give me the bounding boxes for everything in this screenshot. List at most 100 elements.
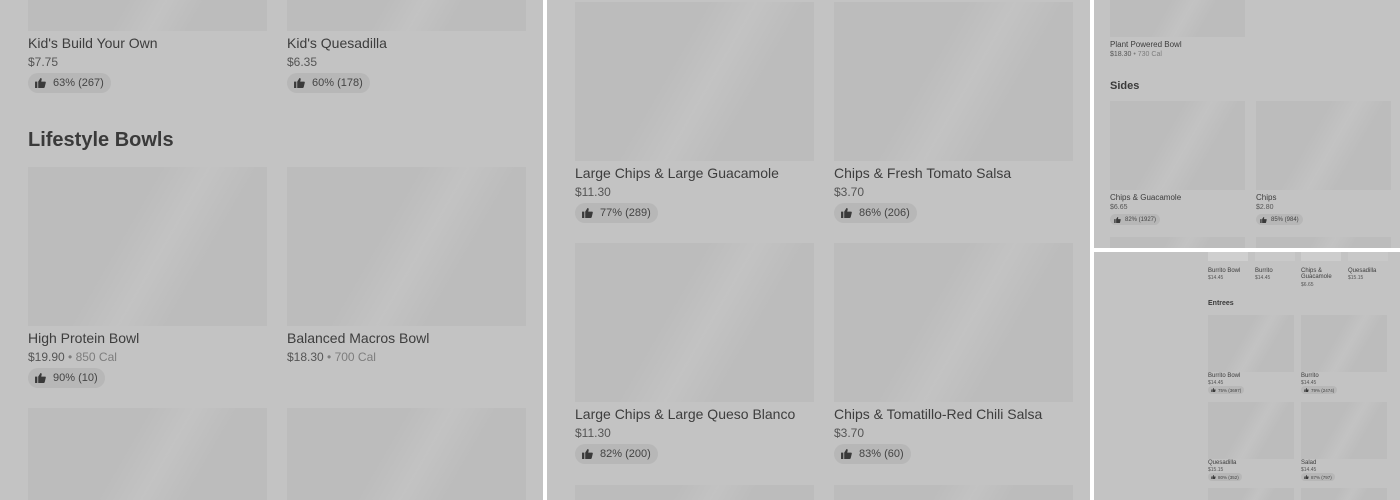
thumbs-up-icon bbox=[294, 78, 305, 88]
thumbs-up-icon bbox=[1304, 475, 1309, 479]
item-image[interactable] bbox=[1208, 402, 1294, 459]
item-image[interactable] bbox=[834, 485, 1073, 500]
item-name[interactable]: Quesadilla bbox=[1208, 460, 1236, 466]
rating-text: 79% (2474) bbox=[1311, 387, 1335, 393]
item-image[interactable] bbox=[1110, 237, 1245, 248]
item-image[interactable] bbox=[1301, 402, 1387, 459]
item-image[interactable] bbox=[1348, 252, 1388, 261]
rating-text: 86% (206) bbox=[859, 207, 910, 219]
rating-text: 60% (178) bbox=[312, 77, 363, 89]
item-name[interactable]: Large Chips & Large Queso Blanco bbox=[575, 406, 795, 422]
item-name[interactable]: Burrito bbox=[1301, 373, 1319, 379]
rating-text: 90% (10) bbox=[53, 372, 98, 384]
rating-badge: 82% (1927) bbox=[1110, 214, 1161, 225]
price-value: $18.30 bbox=[287, 350, 324, 364]
menu-panel-entrees: Burrito Bowl $14.45 Burrito $14.45 Chips… bbox=[1094, 252, 1400, 500]
item-price: $11.30 bbox=[575, 185, 611, 199]
item-name[interactable]: Quesadilla bbox=[1348, 268, 1376, 274]
item-image[interactable] bbox=[287, 408, 526, 500]
item-name[interactable]: High Protein Bowl bbox=[28, 330, 139, 346]
item-name[interactable]: Chips & Guacamole bbox=[1301, 268, 1337, 280]
rating-text: 75% (3697) bbox=[1218, 387, 1242, 393]
item-image[interactable] bbox=[1256, 237, 1391, 248]
item-price: $3.70 bbox=[834, 185, 865, 199]
rating-text: 83% (60) bbox=[859, 448, 904, 460]
rating-badge: 77% (289) bbox=[575, 203, 658, 223]
rating-text: 63% (267) bbox=[53, 77, 104, 89]
item-image[interactable] bbox=[287, 0, 526, 31]
rating-badge: 82% (200) bbox=[575, 444, 658, 464]
item-image[interactable] bbox=[1256, 101, 1391, 190]
item-image[interactable] bbox=[834, 2, 1073, 161]
section-title: Lifestyle Bowls bbox=[28, 129, 174, 151]
rating-badge: 85% (984) bbox=[1256, 214, 1303, 225]
item-image[interactable] bbox=[1110, 0, 1245, 37]
thumbs-up-icon bbox=[1114, 216, 1121, 223]
item-price: $3.70 bbox=[834, 426, 865, 440]
price-value: $18.30 bbox=[1110, 51, 1132, 58]
item-price: $15.15 bbox=[1348, 275, 1364, 281]
item-price: $6.65 bbox=[1110, 204, 1128, 211]
item-image[interactable] bbox=[28, 167, 267, 326]
thumbs-up-icon bbox=[1260, 216, 1267, 223]
item-image[interactable] bbox=[575, 2, 814, 161]
item-name[interactable]: Balanced Macros Bowl bbox=[287, 330, 429, 346]
thumbs-up-icon bbox=[582, 208, 593, 218]
item-image[interactable] bbox=[1208, 315, 1294, 372]
item-price: $6.35 bbox=[287, 55, 318, 69]
item-name[interactable]: Plant Powered Bowl bbox=[1110, 40, 1182, 49]
item-price: $19.90 • 850 Cal bbox=[28, 350, 117, 364]
thumbs-up-icon bbox=[1304, 388, 1309, 392]
rating-text: 77% (289) bbox=[600, 207, 651, 219]
item-name[interactable]: Kid's Quesadilla bbox=[287, 35, 387, 51]
item-price: $14.45 bbox=[1208, 275, 1224, 281]
thumbs-up-icon bbox=[582, 449, 593, 459]
item-name[interactable]: Chips & Fresh Tomato Salsa bbox=[834, 165, 1011, 181]
price-value: $19.90 bbox=[28, 350, 65, 364]
rating-badge: 90% (10) bbox=[28, 368, 105, 388]
item-image[interactable] bbox=[1255, 252, 1295, 261]
item-name[interactable]: Burrito Bowl bbox=[1208, 268, 1240, 274]
rating-badge: 80% (352) bbox=[1208, 473, 1242, 481]
calories: • 850 Cal bbox=[64, 350, 117, 364]
item-image[interactable] bbox=[575, 243, 814, 402]
item-price: $18.30 • 730 Cal bbox=[1110, 51, 1162, 58]
item-image[interactable] bbox=[575, 485, 814, 500]
rating-text: 85% (984) bbox=[1271, 216, 1299, 223]
item-price: $2.80 bbox=[1256, 204, 1274, 211]
item-image[interactable] bbox=[1301, 315, 1387, 372]
item-name[interactable]: Large Chips & Large Guacamole bbox=[575, 165, 779, 181]
rating-badge: 63% (267) bbox=[28, 73, 111, 93]
item-name[interactable]: Burrito Bowl bbox=[1208, 373, 1240, 379]
item-name[interactable]: Chips bbox=[1256, 193, 1276, 202]
rating-text: 82% (1927) bbox=[1125, 216, 1157, 223]
item-image[interactable] bbox=[1208, 252, 1248, 261]
thumbs-up-icon bbox=[1211, 475, 1216, 479]
thumbs-up-icon bbox=[35, 78, 46, 88]
calories: • 730 Cal bbox=[1131, 51, 1162, 58]
rating-text: 80% (352) bbox=[1218, 474, 1239, 480]
rating-badge: 87% (797) bbox=[1301, 473, 1335, 481]
rating-text: 82% (200) bbox=[600, 448, 651, 460]
thumbs-up-icon bbox=[841, 208, 852, 218]
thumbs-up-icon bbox=[1211, 388, 1216, 392]
item-image[interactable] bbox=[1301, 252, 1341, 261]
rating-badge: 79% (2474) bbox=[1301, 386, 1338, 394]
menu-panel-sides: Plant Powered Bowl $18.30 • 730 Cal Side… bbox=[1094, 0, 1400, 248]
item-image[interactable] bbox=[28, 0, 267, 31]
item-name[interactable]: Salad bbox=[1301, 460, 1316, 466]
item-image[interactable] bbox=[1110, 101, 1245, 190]
item-name[interactable]: Burrito bbox=[1255, 268, 1273, 274]
item-price: $11.30 bbox=[575, 426, 611, 440]
item-name[interactable]: Chips & Tomatillo-Red Chili Salsa bbox=[834, 406, 1042, 422]
item-image[interactable] bbox=[834, 243, 1073, 402]
thumbs-up-icon bbox=[841, 449, 852, 459]
item-image[interactable] bbox=[1301, 488, 1387, 500]
item-name[interactable]: Chips & Guacamole bbox=[1110, 193, 1181, 202]
item-image[interactable] bbox=[1208, 488, 1294, 500]
menu-panel-chips: Large Chips & Large Guacamole $11.30 77%… bbox=[547, 0, 1090, 500]
item-price: $6.65 bbox=[1301, 282, 1314, 288]
item-image[interactable] bbox=[28, 408, 267, 500]
item-image[interactable] bbox=[287, 167, 526, 326]
item-name[interactable]: Kid's Build Your Own bbox=[28, 35, 158, 51]
